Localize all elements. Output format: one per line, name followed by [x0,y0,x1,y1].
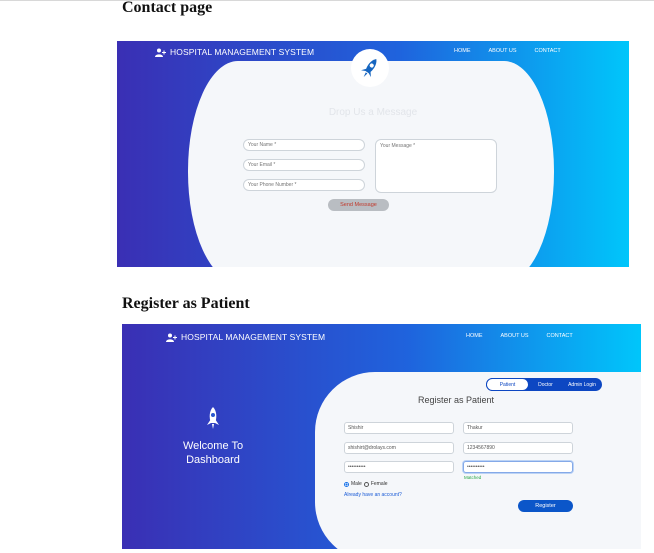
register-panel: HOSPITAL MANAGEMENT SYSTEM HOME ABOUT US… [122,324,641,549]
welcome-text: Welcome To Dashboard [182,440,244,466]
first-name-field[interactable]: Shishir [344,422,454,434]
rocket-icon [361,58,377,78]
nav-about-us[interactable]: ABOUT US [489,48,517,54]
nav-contact[interactable]: CONTACT [535,48,561,54]
email-input[interactable] [243,159,365,171]
user-plus-icon [155,48,166,57]
nav-contact[interactable]: CONTACT [547,333,573,339]
gender-radio-group: Male Female [344,481,388,487]
gender-female-label: Female [370,481,388,487]
last-name-field[interactable]: Thakur [463,422,573,434]
rocket-icon [207,407,219,429]
tab-admin-login[interactable]: Admin Login [562,378,602,391]
register-page-heading: Register as Patient [122,295,250,312]
brand: HOSPITAL MANAGEMENT SYSTEM [166,332,325,342]
tab-patient[interactable]: Patient [486,378,529,391]
tab-doctor[interactable]: Doctor [529,378,562,391]
phone-field[interactable]: 1234567890 [463,442,573,454]
register-button[interactable]: Register [518,500,573,512]
already-have-account-link[interactable]: Already have an account? [344,492,402,498]
confirm-password-field[interactable]: •••••••••• [463,461,573,473]
message-textarea[interactable] [375,139,497,193]
send-message-button[interactable]: Send Message [328,199,389,211]
name-input[interactable] [243,139,365,151]
contact-page-heading: Contact page [122,0,213,16]
gender-male-label: Male [351,481,362,487]
password-field[interactable]: •••••••••• [344,461,454,473]
user-type-tabs: Patient Doctor Admin Login [486,378,602,391]
password-match-status: Matched [464,475,482,480]
contact-form-title: Drop Us a Message [328,107,418,118]
brand-title: HOSPITAL MANAGEMENT SYSTEM [170,47,315,57]
brand: HOSPITAL MANAGEMENT SYSTEM [155,47,314,57]
nav-home[interactable]: HOME [466,333,483,339]
rocket-badge [351,49,389,87]
nav-about-us[interactable]: ABOUT US [501,333,529,339]
gender-female-radio[interactable] [363,481,369,487]
email-field[interactable]: shishirt@drolays.com [344,442,454,454]
register-form-title: Register as Patient [418,395,495,405]
brand-title: HOSPITAL MANAGEMENT SYSTEM [181,332,326,342]
user-plus-icon [166,333,177,342]
page-top-border [0,0,654,1]
nav-home[interactable]: HOME [454,48,471,54]
top-nav: HOME ABOUT US CONTACT [466,333,573,339]
top-nav: HOME ABOUT US CONTACT [454,48,561,54]
gender-male-radio[interactable] [344,481,349,487]
contact-panel: HOSPITAL MANAGEMENT SYSTEM HOME ABOUT US… [117,41,629,267]
phone-input[interactable] [243,179,365,191]
